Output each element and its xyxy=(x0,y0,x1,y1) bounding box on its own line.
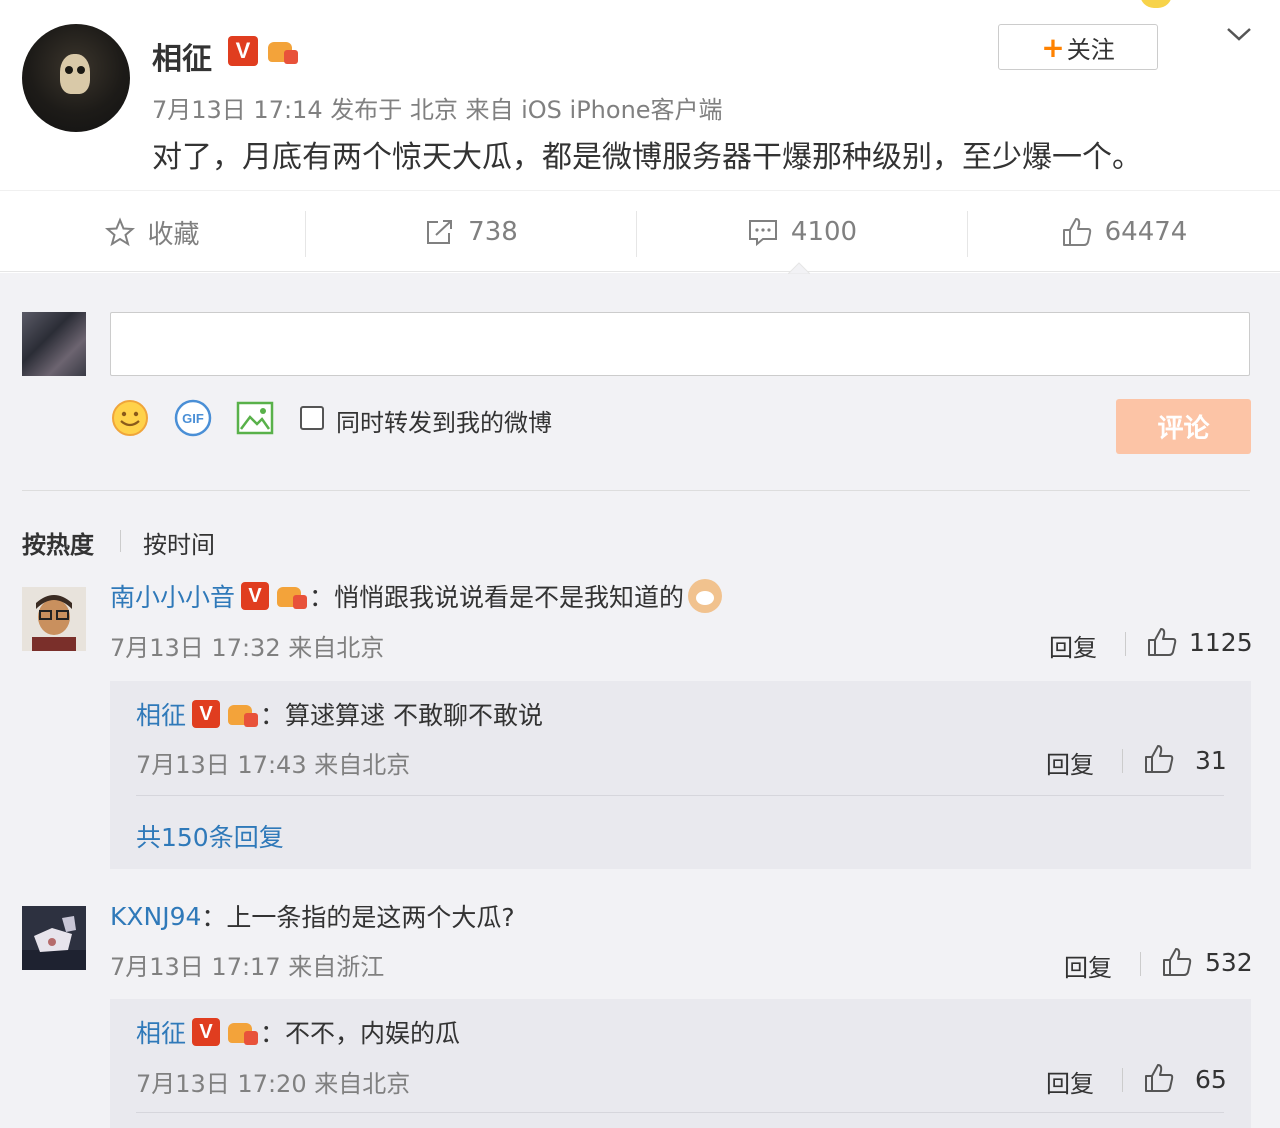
image-icon[interactable] xyxy=(235,398,275,438)
verified-icon: V xyxy=(228,36,258,66)
repost-count: 738 xyxy=(468,217,518,247)
reply-button[interactable]: 回复 xyxy=(1046,745,1094,780)
reply-text-line: 相征 V ：算逑算逑 不敢聊不敢说 xyxy=(136,696,543,732)
member-crown-icon xyxy=(273,581,309,611)
chevron-down-icon[interactable] xyxy=(1224,20,1254,50)
favorite-label: 收藏 xyxy=(147,219,200,250)
plus-icon: + xyxy=(1041,30,1065,64)
like-count: 64474 xyxy=(1104,217,1188,247)
comment-username[interactable]: 南小小小音 xyxy=(110,578,235,614)
reply-like-count: 31 xyxy=(1195,746,1227,775)
reply-text-line: 相征 V ：不不，内娱的瓜 xyxy=(136,1014,460,1050)
reply-username[interactable]: 相征 xyxy=(136,1014,186,1050)
gif-icon[interactable]: GIF xyxy=(173,398,213,438)
weibo-post: 相征 V 7月13日 17:14 发布于 北京 来自 iOS iPhone客户端… xyxy=(0,0,1280,190)
thumbs-up-icon[interactable] xyxy=(1143,743,1175,775)
reply-button[interactable]: 回复 xyxy=(1046,1064,1094,1099)
divider xyxy=(22,490,1250,491)
comment-username[interactable]: KXNJ94 xyxy=(110,902,201,931)
sort-by-hot-tab[interactable]: 按热度 xyxy=(22,525,94,560)
favorite-button[interactable]: 收藏 xyxy=(0,191,305,273)
svg-text:GIF: GIF xyxy=(182,411,204,426)
commenter-avatar[interactable] xyxy=(22,587,86,651)
like-button[interactable]: 64474 xyxy=(968,191,1280,273)
active-tab-caret xyxy=(788,262,810,274)
share-icon xyxy=(427,220,453,244)
verified-icon: V xyxy=(192,1018,221,1046)
comment-like-count: 532 xyxy=(1205,948,1253,977)
reply-username[interactable]: 相征 xyxy=(136,696,186,732)
comment-text-line: 南小小小音 V ：悄悄跟我说说看是不是我知道的 xyxy=(110,578,723,614)
emoji-icon[interactable] xyxy=(110,398,150,438)
follow-button[interactable]: + 关注 xyxy=(998,24,1158,70)
comment-count: 4100 xyxy=(790,217,858,247)
thumbs-up-icon[interactable] xyxy=(1146,626,1178,658)
divider xyxy=(136,795,1224,796)
comment-like-count: 1125 xyxy=(1189,628,1253,657)
repost-checkbox-label[interactable]: 同时转发到我的微博 xyxy=(336,403,552,438)
post-text: 对了，月底有两个惊天大瓜，都是微博服务器干爆那种级别，至少爆一个。 xyxy=(152,140,1142,175)
comment-text: ：悄悄跟我说说看是不是我知道的 xyxy=(309,583,685,612)
reply-text: ：不不，内娱的瓜 xyxy=(260,1019,461,1048)
view-more-replies-link[interactable]: 共150条回复 xyxy=(136,818,284,854)
reply-time: 7月13日 17:20 来自北京 xyxy=(136,1070,411,1098)
comment-text-line: KXNJ94 ：上一条指的是这两个大瓜? xyxy=(110,898,515,934)
comment-time: 7月13日 17:17 来自浙江 xyxy=(110,953,385,981)
verified-icon: V xyxy=(241,582,270,610)
reply-text: ：算逑算逑 不敢聊不敢说 xyxy=(260,701,543,730)
thumbs-up-icon[interactable] xyxy=(1143,1062,1175,1094)
star-icon xyxy=(105,217,136,247)
reply-button[interactable]: 回复 xyxy=(1064,948,1112,983)
member-crown-icon xyxy=(224,1017,260,1047)
reply-like-count: 65 xyxy=(1195,1065,1227,1094)
repost-button[interactable]: 738 xyxy=(306,191,636,273)
repost-checkbox[interactable] xyxy=(300,406,324,430)
reply-button[interactable]: 回复 xyxy=(1049,628,1097,663)
reply-time: 7月13日 17:43 来自北京 xyxy=(136,751,411,779)
comment-text: ：上一条指的是这两个大瓜? xyxy=(201,903,515,932)
emoji-icon xyxy=(1140,0,1172,8)
verified-icon: V xyxy=(192,700,221,728)
follow-label: 关注 xyxy=(1066,35,1115,64)
divider xyxy=(136,1112,1224,1113)
comment-input[interactable] xyxy=(110,312,1250,376)
comment-time: 7月13日 17:32 来自北京 xyxy=(110,634,385,662)
commenter-avatar[interactable] xyxy=(22,906,86,970)
sort-separator xyxy=(120,530,121,552)
author-badges: V xyxy=(228,36,300,66)
thumbs-up-icon xyxy=(1062,218,1091,246)
comment-icon xyxy=(748,220,777,247)
post-meta: 7月13日 17:14 发布于 北京 来自 iOS iPhone客户端 xyxy=(152,96,723,124)
member-crown-icon xyxy=(264,36,300,66)
submit-comment-button[interactable]: 评论 xyxy=(1116,399,1251,454)
author-name[interactable]: 相征 xyxy=(152,34,212,78)
author-avatar[interactable] xyxy=(22,24,130,132)
my-avatar[interactable] xyxy=(22,312,86,376)
thumbs-up-icon[interactable] xyxy=(1161,946,1193,978)
cat-emoji-icon xyxy=(688,579,723,613)
comment-button[interactable]: 4100 xyxy=(637,191,967,273)
post-action-bar: 收藏 738 4100 64474 xyxy=(0,190,1280,272)
sort-by-time-tab[interactable]: 按时间 xyxy=(143,525,215,560)
member-crown-icon xyxy=(224,699,260,729)
